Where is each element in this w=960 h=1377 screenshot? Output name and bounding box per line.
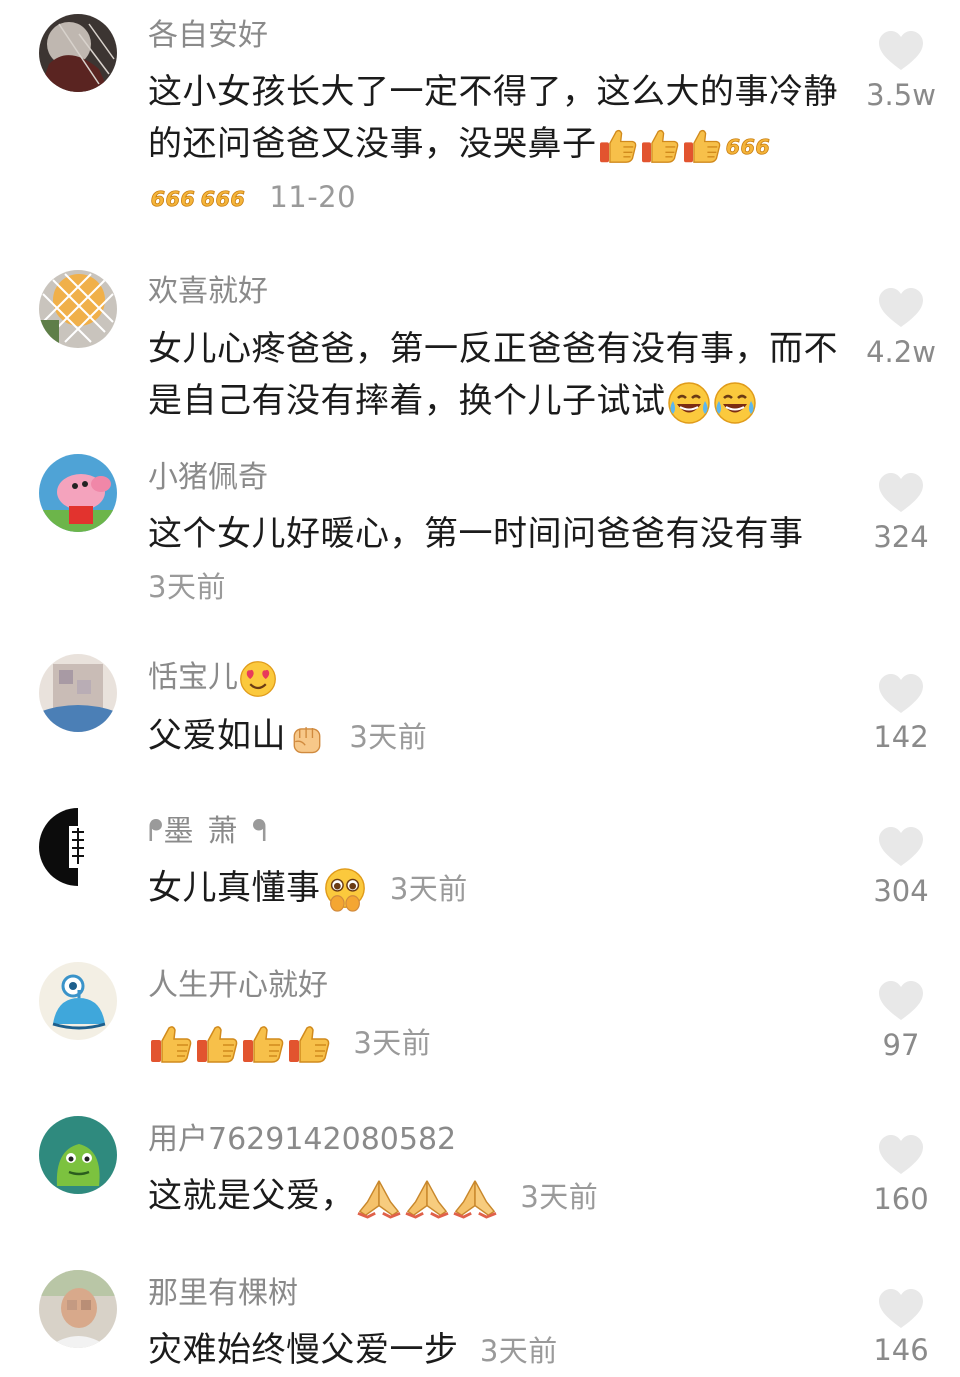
comment-time: 3天前 — [148, 570, 226, 604]
like-heart-icon[interactable] — [877, 826, 925, 868]
comment-username-text: 恬宝儿 — [148, 660, 238, 695]
like-heart-icon[interactable] — [877, 472, 925, 514]
like-heart-icon[interactable] — [877, 30, 925, 72]
comment-time: 3天前 — [479, 1334, 558, 1368]
comment-text: 女儿真懂事 3天前 — [148, 862, 848, 915]
thumbs-up-icon — [287, 1024, 331, 1064]
like-count: 304 — [873, 874, 929, 908]
thumbs-up-icon — [598, 128, 638, 164]
comment-username-text: 墨萧 — [163, 814, 252, 849]
like-heart-icon[interactable] — [877, 1134, 925, 1176]
thumbs-up-icon — [195, 1024, 239, 1064]
comment-time: 11-20 — [269, 180, 357, 214]
comment-text: 灾难始终慢父爱一步 3天前 — [148, 1324, 848, 1377]
comment-text: 女儿心疼爸爸，第一反正爸爸有没有事，而不是自己有没有摔着，换个儿子试试 — [148, 323, 848, 427]
laughing-tears-icon — [667, 381, 711, 425]
praying-hands-icon — [404, 1177, 450, 1219]
comment-text-body: 父爱如山 — [148, 716, 286, 756]
avatar[interactable] — [39, 270, 117, 348]
like-count: 4.2w — [866, 335, 936, 369]
like-count: 324 — [873, 520, 929, 554]
comment-text-body: 灾难始终慢父爱一步 — [148, 1330, 459, 1370]
like-count: 3.5w — [866, 78, 936, 112]
pleading-face-icon — [322, 867, 368, 913]
comment-text-body: 这个女儿好暖心，第一时间问爸爸有没有事 — [148, 514, 804, 554]
thumbs-up-icon — [149, 1024, 193, 1064]
comment-username[interactable]: 那里有棵树 — [148, 1274, 298, 1314]
avatar[interactable] — [39, 1270, 117, 1348]
comment-username[interactable]: 各自安好 — [148, 16, 268, 56]
comment-time: 3天前 — [520, 1180, 599, 1214]
avatar[interactable] — [39, 654, 117, 732]
like-heart-icon[interactable] — [877, 287, 925, 329]
like-heart-icon[interactable] — [877, 1288, 925, 1330]
comment-username[interactable]: 恬宝儿 — [148, 658, 278, 698]
thumbs-up-icon — [241, 1024, 285, 1064]
thumbs-up-icon — [640, 128, 680, 164]
666-icon — [199, 184, 247, 212]
comment-text-body: 女儿真懂事 — [148, 868, 321, 908]
fist-icon — [287, 718, 327, 758]
comment-username[interactable]: 人生开心就好 — [148, 966, 328, 1006]
comment-text: 父爱如山 3天前 — [148, 710, 848, 763]
666-icon — [149, 184, 197, 212]
heart-eyes-icon — [239, 660, 277, 698]
like-heart-icon[interactable] — [877, 673, 925, 715]
comment-text: 这就是父爱， 3天前 — [148, 1170, 848, 1223]
like-count: 146 — [873, 1333, 929, 1367]
comment-time: 3天前 — [353, 1026, 432, 1060]
laughing-tears-icon — [713, 381, 757, 425]
comment-text: 这个女儿好暖心，第一时间问爸爸有没有事 3天前 — [148, 508, 848, 613]
666-icon — [724, 132, 772, 160]
comment-text-body: 这就是父爱， — [148, 1176, 355, 1216]
praying-hands-icon — [452, 1177, 498, 1219]
comment-username[interactable]: 用户7629142080582 — [148, 1120, 456, 1160]
avatar[interactable] — [39, 1116, 117, 1194]
avatar[interactable] — [39, 962, 117, 1040]
comment-text: 这小女孩长大了一定不得了，这么大的事冷静的还问爸爸又没事，没哭鼻子 11-20 — [148, 66, 848, 223]
avatar[interactable] — [39, 14, 117, 92]
comment-text: 3天前 — [148, 1016, 848, 1069]
like-count: 160 — [873, 1182, 929, 1216]
avatar[interactable] — [39, 454, 117, 532]
thumbs-up-icon — [682, 128, 722, 164]
comment-time: 3天前 — [389, 872, 468, 906]
avatar[interactable] — [39, 808, 117, 886]
comment-time: 3天前 — [349, 720, 428, 754]
comment-username[interactable]: ᖰ墨萧ᖳ — [148, 812, 267, 852]
comment-username[interactable]: 小猪佩奇 — [148, 458, 268, 498]
like-count: 142 — [873, 720, 929, 754]
like-count: 97 — [882, 1028, 920, 1062]
like-heart-icon[interactable] — [877, 980, 925, 1022]
praying-hands-icon — [356, 1177, 402, 1219]
comment-username[interactable]: 欢喜就好 — [148, 272, 268, 312]
